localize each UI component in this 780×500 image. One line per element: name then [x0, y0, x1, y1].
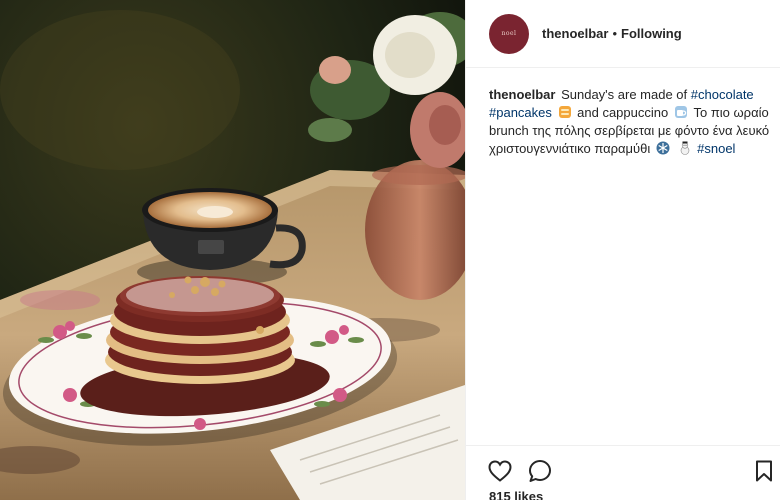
pancakes-emoji-icon — [558, 106, 571, 118]
bookmark-icon — [756, 460, 772, 482]
comment-bubble-icon — [529, 460, 551, 482]
post-photo[interactable] — [0, 0, 465, 500]
caption-username-link[interactable]: thenoelbar — [489, 87, 555, 102]
post-header: noel thenoelbar • Following — [466, 0, 780, 68]
post-caption: thenoelbar Sunday's are made of #chocola… — [489, 86, 771, 158]
pancakes-photo-illustration — [0, 0, 465, 500]
hashtag-chocolate[interactable]: #chocolate — [691, 87, 754, 102]
post-side-panel: noel thenoelbar • Following thenoelbar S… — [465, 0, 780, 500]
caption-text-cappuccino: and cappuccino — [577, 105, 669, 120]
hashtag-pancakes[interactable]: #pancakes — [489, 105, 552, 120]
heart-icon — [488, 460, 512, 482]
save-button[interactable] — [751, 458, 777, 484]
hashtag-snoel[interactable]: #snoel — [697, 141, 735, 156]
like-button[interactable] — [487, 458, 513, 484]
snowflake-emoji-icon — [656, 141, 670, 155]
snowman-emoji-icon — [680, 141, 689, 155]
separator-dot: • — [612, 26, 618, 41]
likes-count[interactable]: 815 likes — [489, 489, 543, 500]
comment-button[interactable] — [527, 458, 553, 484]
instagram-post: noel thenoelbar • Following thenoelbar S… — [0, 0, 780, 500]
coffee-emoji-icon — [674, 106, 687, 118]
avatar-logo: noel — [501, 30, 517, 37]
caption-text: Sunday's are made of — [561, 87, 688, 102]
following-button[interactable]: Following — [621, 26, 682, 41]
username-link[interactable]: thenoelbar — [542, 26, 608, 41]
avatar[interactable]: noel — [489, 13, 529, 54]
header-user-info: thenoelbar • Following — [542, 26, 682, 41]
